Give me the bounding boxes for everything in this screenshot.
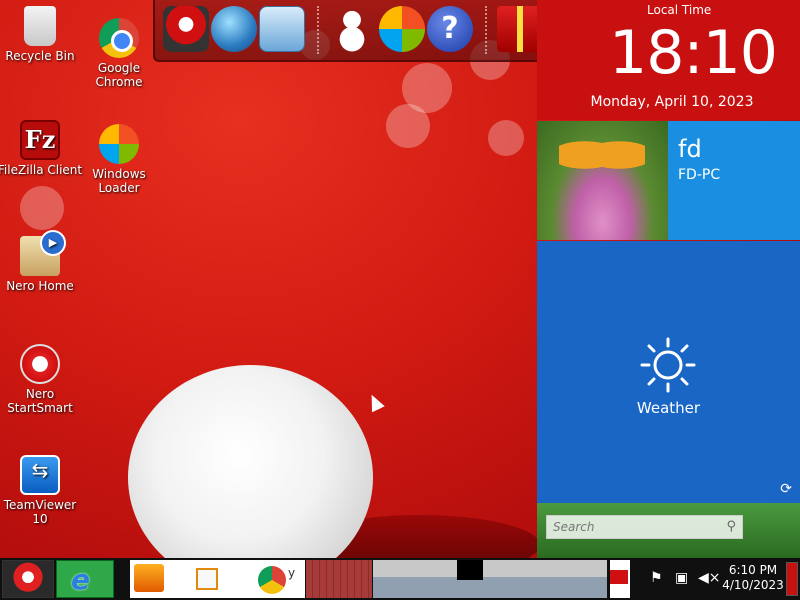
desktop-icon-nero-startsmart[interactable]: Nero StartSmart xyxy=(0,344,83,415)
desktop-icon-label: Google Chrome xyxy=(95,61,143,89)
control-panel-icon[interactable] xyxy=(259,6,305,52)
internet-explorer-icon: e xyxy=(71,563,90,596)
nero-startsmart-icon xyxy=(20,344,60,384)
refresh-icon[interactable]: ⟳ xyxy=(780,481,792,497)
dock-separator xyxy=(317,6,319,54)
sun-icon xyxy=(640,337,696,393)
santa-icon[interactable] xyxy=(163,6,209,52)
search-area: Search ⚲ xyxy=(537,503,800,558)
search-input[interactable]: Search ⚲ xyxy=(546,515,743,539)
bokeh-light xyxy=(20,186,64,230)
show-desktop-button[interactable] xyxy=(786,562,798,596)
search-icon[interactable]: ⚲ xyxy=(726,519,736,534)
taskbar: e y ⚑ ▣ ◀× 6:10 PM 4/10/2023 xyxy=(0,558,800,600)
desktop-icon-teamviewer[interactable]: TeamViewer 10 xyxy=(0,455,83,526)
nero-home-icon xyxy=(20,230,66,276)
clock-time: 18:10 xyxy=(609,18,778,88)
chrome-icon xyxy=(99,18,139,58)
volume-muted-icon[interactable]: ◀× xyxy=(698,570,721,586)
start-button[interactable] xyxy=(2,560,54,598)
desktop-icon-label: Nero Home xyxy=(6,279,74,293)
desktop-icon-nero-home[interactable]: Nero Home xyxy=(0,230,83,293)
taskbar-window-button[interactable] xyxy=(306,560,372,598)
clock-panel: Local Time 18:10 Monday, April 10, 2023 xyxy=(537,0,800,120)
desktop-icon-windows-loader[interactable]: Windows Loader xyxy=(76,124,162,195)
search-placeholder: Search xyxy=(553,520,595,534)
snowman-icon[interactable] xyxy=(329,6,375,52)
bokeh-light xyxy=(386,104,430,148)
computer-name: FD-PC xyxy=(678,167,721,183)
flag-icon[interactable]: ⚑ xyxy=(650,570,663,586)
filezilla-icon: Fz xyxy=(20,120,60,160)
media-player-icon xyxy=(196,568,218,590)
desktop-icon-label: TeamViewer 10 xyxy=(3,498,77,526)
taskbar-window-button[interactable] xyxy=(373,560,607,598)
recycle-bin-icon xyxy=(24,6,56,46)
tray-date: 4/10/2023 xyxy=(722,578,784,592)
windows-logo-icon[interactable] xyxy=(379,6,425,52)
user-tile[interactable]: fd FD-PC xyxy=(668,121,800,240)
help-icon[interactable]: ? xyxy=(427,6,473,52)
thumbnail-block xyxy=(457,560,483,580)
user-name: fd xyxy=(678,135,702,163)
desktop-icon-label: FileZilla Client xyxy=(0,163,83,177)
photo-tile[interactable] xyxy=(537,121,668,240)
folder-icon xyxy=(134,564,164,592)
tray-time: 6:10 PM xyxy=(728,563,778,577)
internet-explorer-button[interactable]: e xyxy=(56,560,114,598)
dock-separator xyxy=(485,6,487,54)
tray-clock[interactable]: 6:10 PM 4/10/2023 xyxy=(722,563,784,593)
bokeh-light xyxy=(488,120,524,156)
desktop-icon-recycle-bin[interactable]: Recycle Bin xyxy=(0,6,83,63)
weather-tile[interactable]: Weather ⟳ xyxy=(537,241,800,503)
thumbnail-text: y xyxy=(288,566,296,580)
teamviewer-icon xyxy=(20,455,60,495)
taskbar-window-button[interactable] xyxy=(610,560,630,598)
windows-loader-icon xyxy=(99,124,139,164)
taskbar-window-thumbnails[interactable]: y xyxy=(130,560,305,598)
desktop-icon-google-chrome[interactable]: Google Chrome xyxy=(76,18,162,89)
clock-date: Monday, April 10, 2023 xyxy=(590,94,754,110)
globe-icon[interactable] xyxy=(211,6,257,52)
weather-label: Weather xyxy=(636,399,701,417)
desktop-icon-label: Nero StartSmart xyxy=(7,387,73,415)
desktop-icon-filezilla[interactable]: Fz FileZilla Client xyxy=(0,120,83,177)
clock-label: Local Time xyxy=(647,3,712,17)
butterfly-image xyxy=(559,131,645,179)
network-icon[interactable]: ▣ xyxy=(675,570,688,586)
desktop-icon-label: Recycle Bin xyxy=(5,49,75,63)
santa-hat-pompom xyxy=(128,365,373,590)
chrome-icon xyxy=(258,566,286,594)
desktop-icon-label: Windows Loader xyxy=(92,167,146,195)
